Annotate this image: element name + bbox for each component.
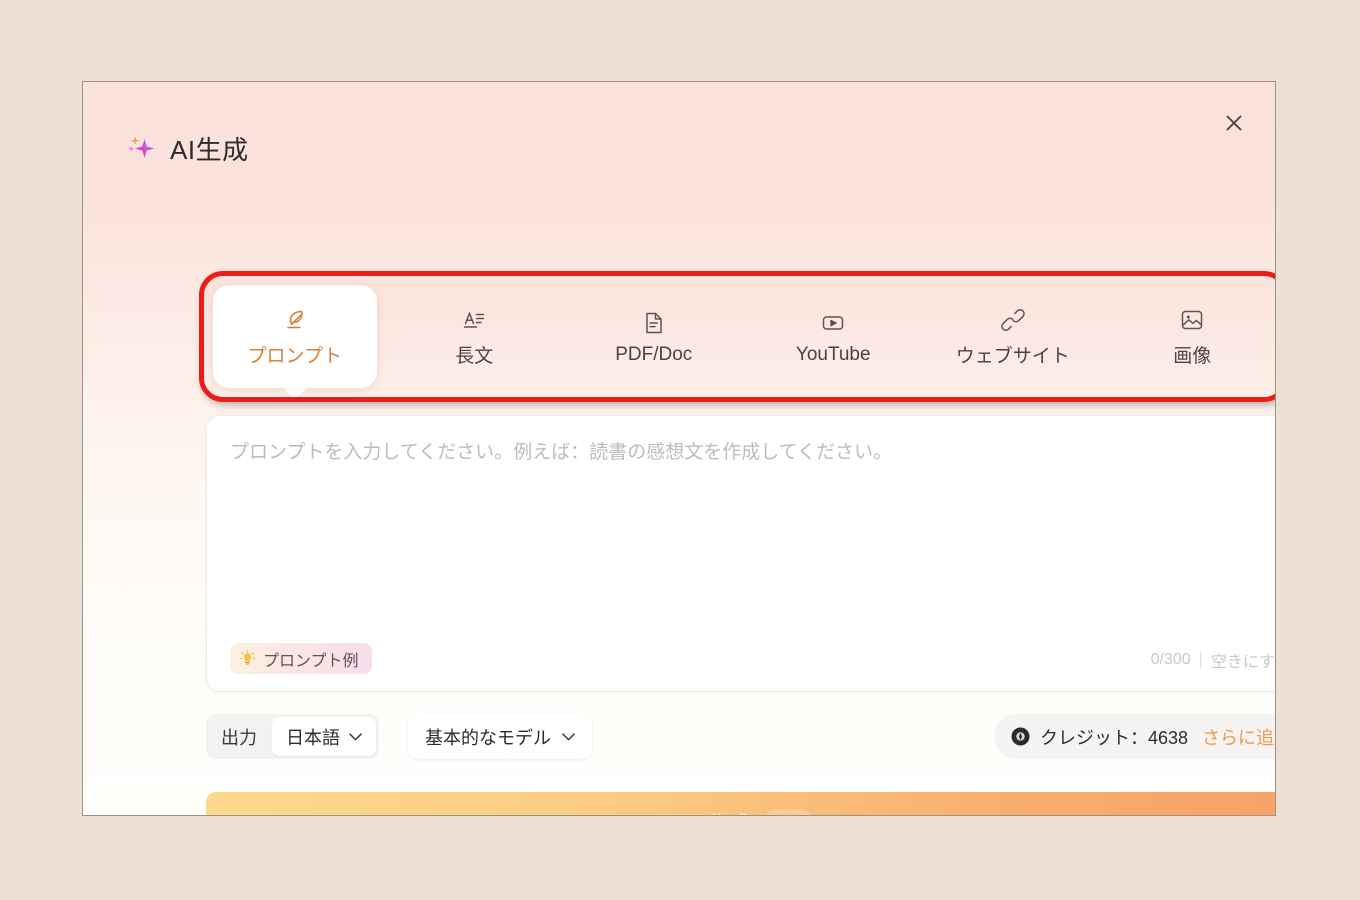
tab-label: YouTube — [795, 343, 871, 365]
model-select[interactable]: 基本的なモデル — [408, 714, 592, 759]
link-chain-icon — [1000, 305, 1026, 335]
clear-prompt-button[interactable]: 空きにする — [1211, 648, 1275, 672]
create-cost-value: 1 — [794, 813, 803, 815]
tab-label: 画像 — [1173, 346, 1212, 367]
counter-divider: | — [1198, 651, 1203, 668]
prompt-examples-label: プロンプト例 — [263, 652, 359, 670]
tab-long-text[interactable]: 長文 — [385, 277, 565, 396]
image-icon — [1179, 305, 1205, 335]
screen: AI生成 プロンプト 長文 PDF/Doc YouTube ウェブサイト 画像 … — [0, 0, 1360, 900]
tab-label: プロンプト — [247, 346, 342, 367]
prompt-placeholder: プロンプトを入力してください。例えば：読書の感想文を作成してください。 — [230, 442, 893, 463]
create-cost-badge: 1 — [762, 809, 815, 815]
credits-group: クレジット：4638 さらに追加 › — [993, 714, 1275, 759]
tab-label: ウェブサイト — [955, 346, 1070, 367]
page-title: AI生成 — [170, 135, 249, 165]
source-tabs-region: プロンプト 長文 PDF/Doc YouTube ウェブサイト 画像 — [199, 271, 1276, 402]
document-icon — [641, 308, 667, 338]
tab-label: 長文 — [455, 346, 494, 367]
feather-pen-icon — [282, 305, 308, 335]
create-button-label: 作成 — [708, 808, 750, 815]
tab-pdf-doc[interactable]: PDF/Doc — [564, 277, 744, 396]
tab-youtube[interactable]: YouTube — [744, 277, 924, 396]
chevron-down-icon — [349, 732, 362, 741]
close-button[interactable] — [1215, 106, 1253, 144]
modal-title-group: AI生成 — [125, 130, 249, 167]
video-play-icon — [820, 308, 846, 338]
prompt-input-area[interactable]: プロンプトを入力してください。例えば：読書の感想文を作成してください。 プロンプ… — [206, 415, 1275, 692]
tab-prompt[interactable]: プロンプト — [205, 277, 385, 396]
output-language-control: 出力 日本語 — [206, 714, 379, 759]
add-credits-button[interactable]: さらに追加 › — [1202, 724, 1275, 750]
char-counter: 0/300 — [1150, 651, 1191, 668]
long-text-icon — [461, 305, 487, 335]
tab-image[interactable]: 画像 — [1103, 277, 1276, 396]
model-value: 基本的なモデル — [425, 727, 551, 748]
tab-website[interactable]: ウェブサイト — [923, 277, 1103, 396]
source-tabs: プロンプト 長文 PDF/Doc YouTube ウェブサイト 画像 — [205, 277, 1276, 396]
output-label: 出力 — [221, 727, 257, 748]
chevron-down-icon — [562, 732, 575, 741]
lightbulb-icon — [239, 650, 256, 667]
prompt-counter-group: 0/300 | 空きにする — [1150, 648, 1275, 672]
credits-label: クレジット：4638 — [1039, 727, 1188, 748]
add-credits-label: さらに追加 — [1202, 727, 1275, 748]
close-icon — [1224, 113, 1244, 138]
coin-icon — [1011, 727, 1030, 746]
sparkle-icon — [125, 132, 159, 166]
coin-icon — [771, 814, 788, 815]
create-button[interactable]: 作成 1 — [206, 792, 1275, 815]
language-value: 日本語 — [286, 727, 340, 748]
language-select[interactable]: 日本語 — [272, 717, 376, 756]
modal-header: AI生成 — [83, 82, 1275, 187]
tab-label: PDF/Doc — [615, 343, 693, 365]
ai-generate-modal: AI生成 プロンプト 長文 PDF/Doc YouTube ウェブサイト 画像 … — [82, 81, 1276, 816]
prompt-examples-chip[interactable]: プロンプト例 — [230, 643, 372, 674]
controls-row: 出力 日本語 基本的なモデル クレジット：4638 さらに追 — [206, 714, 1275, 759]
